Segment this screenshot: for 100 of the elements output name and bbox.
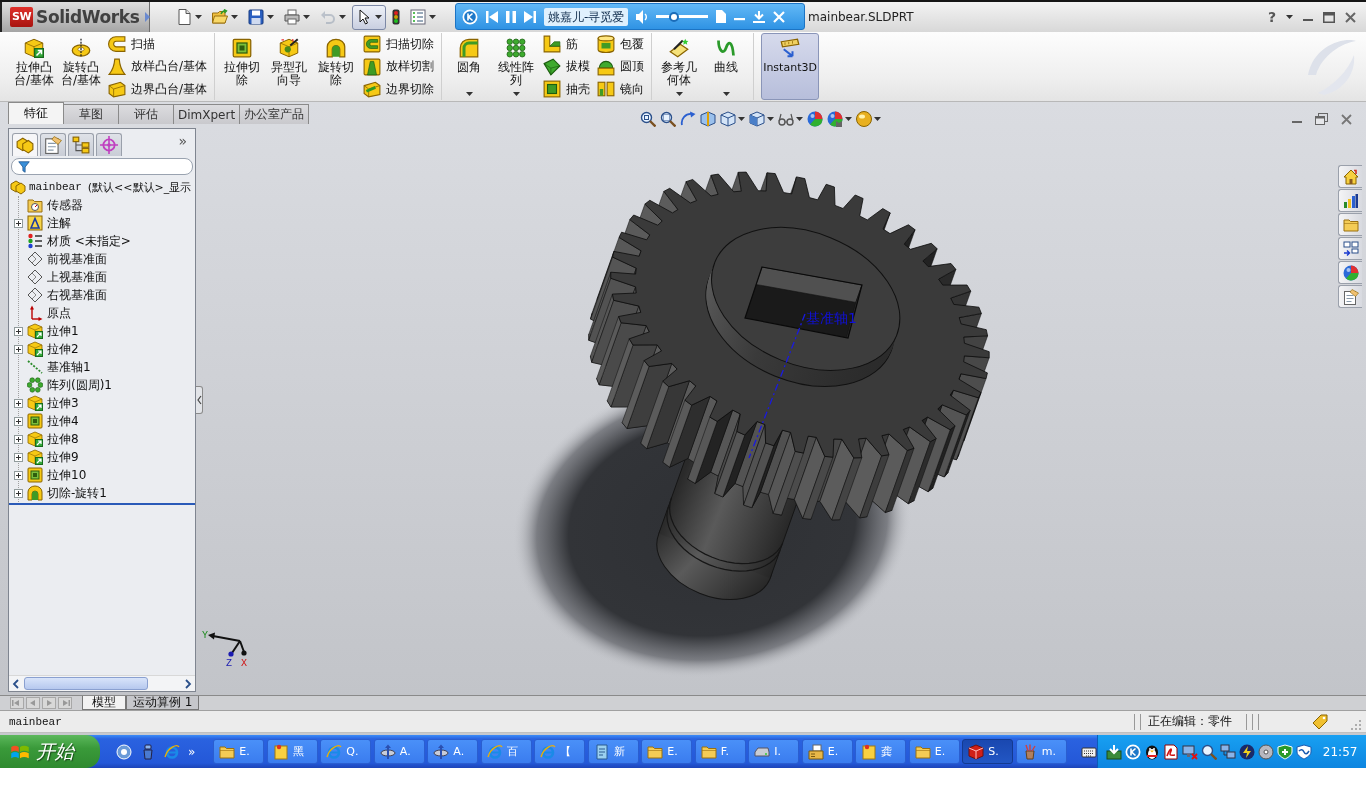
view-toolbar-button[interactable] xyxy=(720,110,745,128)
ribbon-button[interactable]: 旋转凸台/基体 xyxy=(59,33,103,100)
panel-tab[interactable] xyxy=(12,133,38,156)
bottom-tab[interactable]: 运动算例 1 xyxy=(126,696,200,710)
tree-item[interactable]: 拉伸1 xyxy=(47,322,79,340)
ribbon-button[interactable]: 扫描 xyxy=(106,33,210,55)
view-toolbar-button[interactable] xyxy=(856,110,881,128)
ribbon-button[interactable]: 放样切割 xyxy=(361,55,437,78)
ribbon-button[interactable]: 圆角 xyxy=(447,33,492,100)
expand-icon[interactable] xyxy=(14,452,23,462)
taskbar-button[interactable]: E. xyxy=(908,739,960,764)
ribbon-button[interactable]: 曲线 xyxy=(704,33,749,100)
ribbon-button[interactable]: 异型孔向导 xyxy=(267,33,312,100)
expand-icon[interactable] xyxy=(14,488,23,498)
chevron-right-icon[interactable] xyxy=(184,678,192,689)
taskbar-button[interactable]: E. xyxy=(801,739,853,764)
volume-thumb[interactable] xyxy=(668,11,679,22)
help-button[interactable]: ? xyxy=(1267,9,1276,25)
taskbar-button[interactable]: Q. xyxy=(320,739,372,764)
tree-item[interactable]: 拉伸10 xyxy=(47,466,87,484)
expand-icon[interactable] xyxy=(14,470,23,480)
tree-item[interactable]: 切除-旋转1 xyxy=(47,484,107,502)
taskbar-button[interactable]: S. xyxy=(962,739,1014,764)
taskbar-button[interactable]: I. xyxy=(748,739,800,764)
ribbon-button[interactable]: 参考几何体 xyxy=(657,33,702,100)
caret-icon[interactable] xyxy=(1286,15,1293,19)
expand-icon[interactable] xyxy=(14,434,23,444)
task-pane-tab[interactable] xyxy=(1338,189,1362,212)
resize-grip-icon[interactable] xyxy=(1350,718,1362,731)
download-box-icon[interactable] xyxy=(1105,743,1122,760)
ribbon-button[interactable]: 线性阵列 xyxy=(494,33,539,100)
browser-icon[interactable] xyxy=(164,743,180,760)
chevron-left-icon[interactable] xyxy=(12,678,20,689)
ribbon-button[interactable]: 拉伸切除 xyxy=(220,33,265,100)
bottom-tab[interactable]: 模型 xyxy=(82,696,126,710)
ribbon-button[interactable]: 拔模 xyxy=(541,55,593,78)
tree-item[interactable]: 前视基准面 xyxy=(47,250,107,268)
ribbon-button[interactable]: 旋转切除 xyxy=(314,33,359,100)
view-toolbar-button[interactable] xyxy=(640,110,656,128)
tree-item[interactable]: 上视基准面 xyxy=(47,268,107,286)
panel-tab[interactable] xyxy=(96,133,122,156)
close-icon[interactable] xyxy=(1345,11,1356,23)
round-badge-icon[interactable] xyxy=(116,743,132,760)
taskbar-button[interactable]: A. xyxy=(427,739,479,764)
ribbon-button[interactable]: 镜向 xyxy=(595,78,647,100)
tree-item[interactable]: 拉伸8 xyxy=(47,430,79,448)
pause-icon[interactable] xyxy=(506,10,516,23)
scrollbar-thumb[interactable] xyxy=(24,677,148,690)
tree-item[interactable]: mainbear xyxy=(29,181,82,193)
instant3d-button[interactable]: Instant3D xyxy=(761,33,820,100)
bottle-icon[interactable] xyxy=(140,743,156,760)
horizontal-scrollbar[interactable] xyxy=(9,675,195,691)
taskbar-button[interactable]: E. xyxy=(213,739,265,764)
next-icon[interactable] xyxy=(524,10,536,23)
task-pane-tab[interactable] xyxy=(1338,165,1362,188)
magnifier-icon[interactable] xyxy=(1200,743,1217,760)
k-circle-icon[interactable] xyxy=(1124,743,1141,760)
ribbon-button[interactable]: 包覆 xyxy=(595,33,647,55)
ribbon-tab[interactable]: 评估 xyxy=(118,104,174,124)
pdf-icon[interactable] xyxy=(1162,743,1179,760)
taskbar-button[interactable]: 龚 xyxy=(855,739,907,764)
panel-tab[interactable] xyxy=(40,133,66,156)
penguin-icon[interactable] xyxy=(1143,743,1160,760)
ribbon-button[interactable]: 边界凸台/基体 xyxy=(106,78,210,100)
page-icon[interactable] xyxy=(716,10,727,23)
ribbon-button[interactable]: 边界切除 xyxy=(361,78,437,100)
filter-field[interactable] xyxy=(11,158,193,175)
ribbon-button[interactable]: 抽壳 xyxy=(541,78,593,100)
panel-tab[interactable] xyxy=(68,133,94,156)
ribbon-button[interactable]: 圆顶 xyxy=(595,55,647,78)
taskbar-button[interactable]: E. xyxy=(641,739,693,764)
task-pane-tab[interactable] xyxy=(1338,261,1362,284)
maximize-icon[interactable] xyxy=(1323,11,1335,23)
ribbon-button[interactable]: 拉伸凸台/基体 xyxy=(12,33,56,100)
start-button[interactable]: 开始 xyxy=(0,735,100,768)
ribbon-tab[interactable]: 办公室产品 xyxy=(239,104,310,124)
ribbon-button[interactable]: 放样凸台/基体 xyxy=(106,55,210,78)
tree-item[interactable]: 拉伸9 xyxy=(47,448,79,466)
tree-item[interactable]: 拉伸4 xyxy=(47,412,79,430)
tree-item[interactable]: 右视基准面 xyxy=(47,286,107,304)
view-toolbar-button[interactable] xyxy=(700,110,716,128)
shield-plus-icon[interactable] xyxy=(1276,743,1293,760)
track-title[interactable]: 姚嘉儿-寻觅爱 xyxy=(544,7,629,26)
taskbar-button[interactable]: 百 xyxy=(480,739,532,764)
task-pane-tab[interactable] xyxy=(1338,285,1362,308)
task-pane-tab[interactable] xyxy=(1338,237,1362,260)
speaker-icon[interactable] xyxy=(636,9,649,24)
show-more-button[interactable]: » xyxy=(188,744,196,759)
expand-icon[interactable] xyxy=(14,218,23,228)
download-icon[interactable] xyxy=(753,10,766,23)
tree-item[interactable]: 基准轴1 xyxy=(47,358,91,376)
toolbar-button[interactable] xyxy=(352,4,386,30)
tree-item[interactable]: 材质 <未指定> xyxy=(47,232,131,250)
view-toolbar-button[interactable] xyxy=(807,110,823,128)
ribbon-tab[interactable]: DimXpert xyxy=(173,104,241,124)
close-icon[interactable] xyxy=(1341,113,1352,125)
ribbon-tab[interactable]: 特征 xyxy=(8,102,64,124)
previous-icon[interactable] xyxy=(486,10,498,23)
lightning-icon[interactable] xyxy=(1238,743,1255,760)
tree-item[interactable]: 拉伸3 xyxy=(47,394,79,412)
